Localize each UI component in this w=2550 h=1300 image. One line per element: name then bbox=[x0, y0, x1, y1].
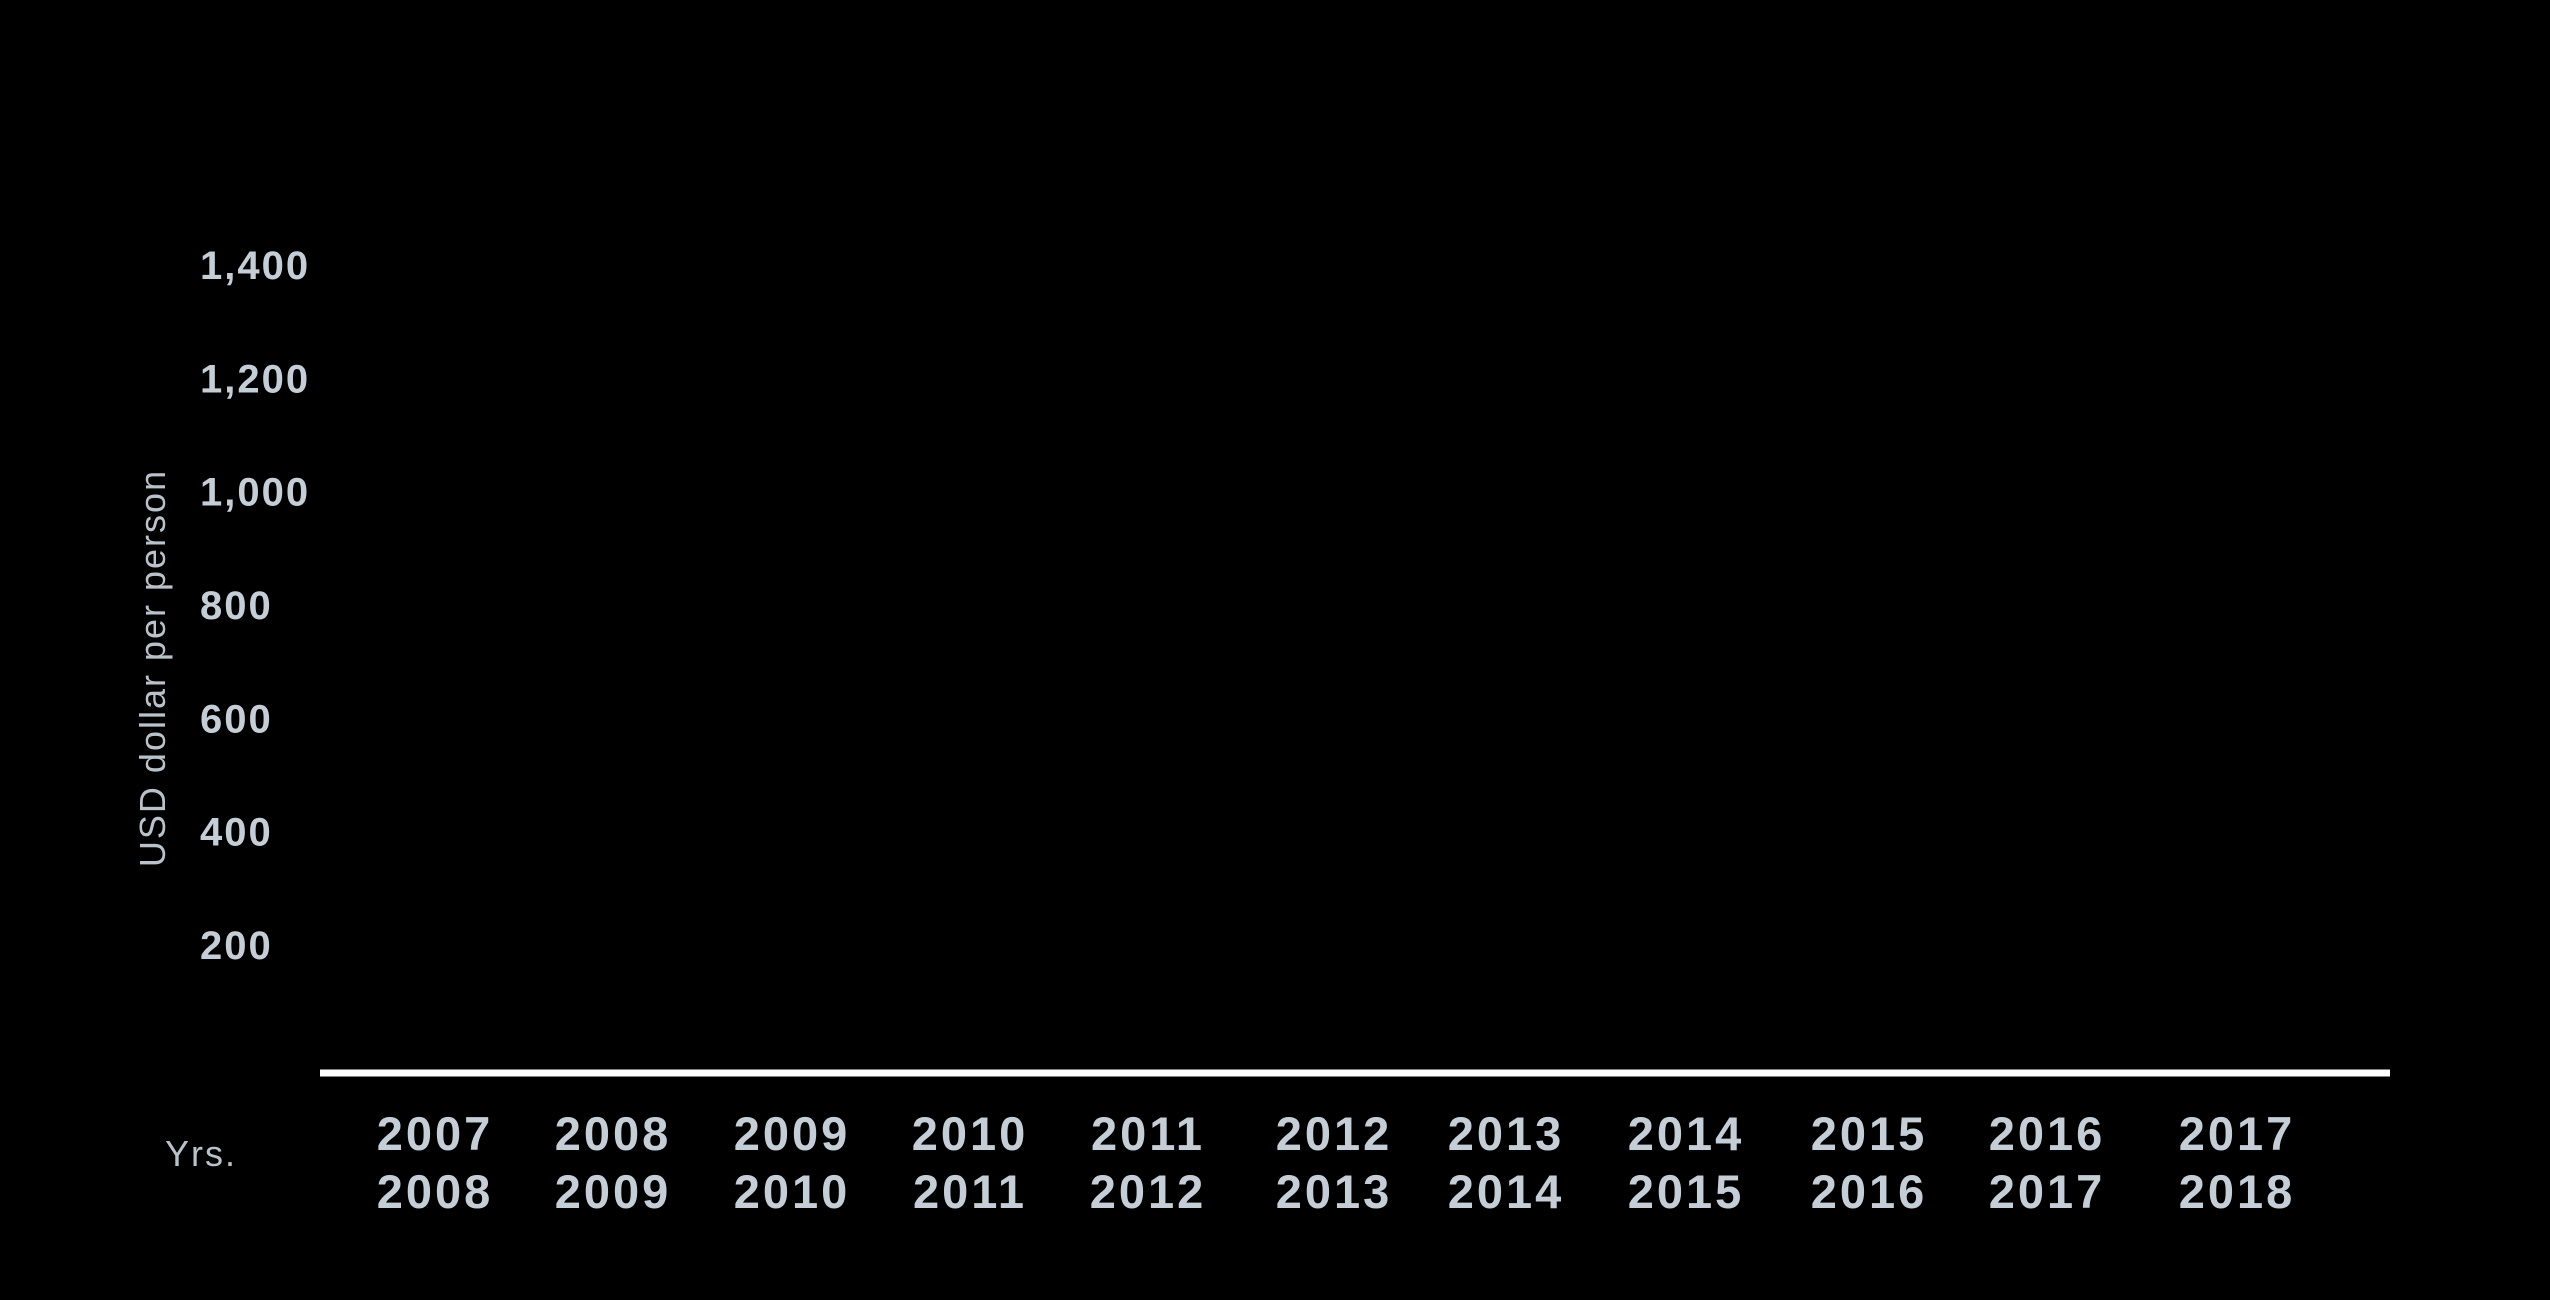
x-tick-label-line: 2009 bbox=[734, 1107, 851, 1160]
x-tick-label: 20092010 bbox=[734, 1107, 851, 1218]
x-axis-ticks: 2007200820082009200920102010201120112012… bbox=[377, 1107, 2296, 1218]
x-tick-label-line: 2008 bbox=[555, 1107, 672, 1160]
y-tick-label: 1,400 bbox=[200, 244, 310, 288]
x-tick-label-line: 2012 bbox=[1090, 1165, 1207, 1218]
x-tick-label-line: 2008 bbox=[377, 1165, 494, 1218]
x-tick-label-line: 2017 bbox=[2179, 1107, 2296, 1160]
x-tick-label-line: 2013 bbox=[1276, 1165, 1393, 1218]
x-tick-label: 20162017 bbox=[1989, 1107, 2106, 1218]
x-tick-label-line: 2010 bbox=[734, 1165, 851, 1218]
x-tick-label: 20132014 bbox=[1448, 1107, 1565, 1218]
x-tick-label-line: 2012 bbox=[1276, 1107, 1393, 1160]
chart-root: 200 400 600 800 1,000 1,200 1,400 USD dollar p… bbox=[0, 0, 2550, 1300]
y-tick-label: 400 bbox=[200, 811, 273, 855]
x-axis-title: Yrs. bbox=[165, 1133, 237, 1174]
chart-svg: 200 400 600 800 1,000 1,200 1,400 USD dollar p… bbox=[132, 244, 2390, 1218]
x-tick-label-line: 2009 bbox=[555, 1165, 672, 1218]
y-tick-label: 800 bbox=[200, 584, 273, 628]
x-tick-label-line: 2018 bbox=[2179, 1165, 2296, 1218]
x-tick-label-line: 2014 bbox=[1628, 1107, 1745, 1160]
x-tick-label-line: 2010 bbox=[912, 1107, 1029, 1160]
y-axis-title: USD dollar per person bbox=[132, 469, 173, 867]
x-tick-label-line: 2014 bbox=[1448, 1165, 1565, 1218]
y-tick-label: 200 bbox=[200, 924, 273, 968]
x-tick-label: 20122013 bbox=[1276, 1107, 1393, 1218]
x-tick-label: 20142015 bbox=[1628, 1107, 1745, 1218]
y-tick-label: 600 bbox=[200, 697, 273, 741]
x-tick-label-line: 2013 bbox=[1448, 1107, 1565, 1160]
x-tick-label-line: 2016 bbox=[1811, 1165, 1928, 1218]
x-tick-label: 20152016 bbox=[1811, 1107, 1928, 1218]
x-tick-label-line: 2017 bbox=[1989, 1165, 2106, 1218]
y-axis-ticks: 200 400 600 800 1,000 1,200 1,400 bbox=[200, 244, 310, 968]
x-tick-label-line: 2015 bbox=[1628, 1165, 1745, 1218]
x-tick-label: 20102011 bbox=[912, 1107, 1029, 1218]
x-tick-label: 20172018 bbox=[2179, 1107, 2296, 1218]
x-tick-label-line: 2016 bbox=[1989, 1107, 2106, 1160]
x-tick-label-line: 2011 bbox=[913, 1165, 1027, 1218]
y-tick-label: 1,200 bbox=[200, 357, 310, 401]
x-tick-label: 20082009 bbox=[555, 1107, 672, 1218]
x-tick-label-line: 2007 bbox=[377, 1107, 494, 1160]
y-tick-label: 1,000 bbox=[200, 471, 310, 515]
x-tick-label: 20072008 bbox=[377, 1107, 494, 1218]
x-tick-label: 20112012 bbox=[1090, 1107, 1207, 1218]
x-tick-label-line: 2015 bbox=[1811, 1107, 1928, 1160]
x-tick-label-line: 2011 bbox=[1091, 1107, 1205, 1160]
